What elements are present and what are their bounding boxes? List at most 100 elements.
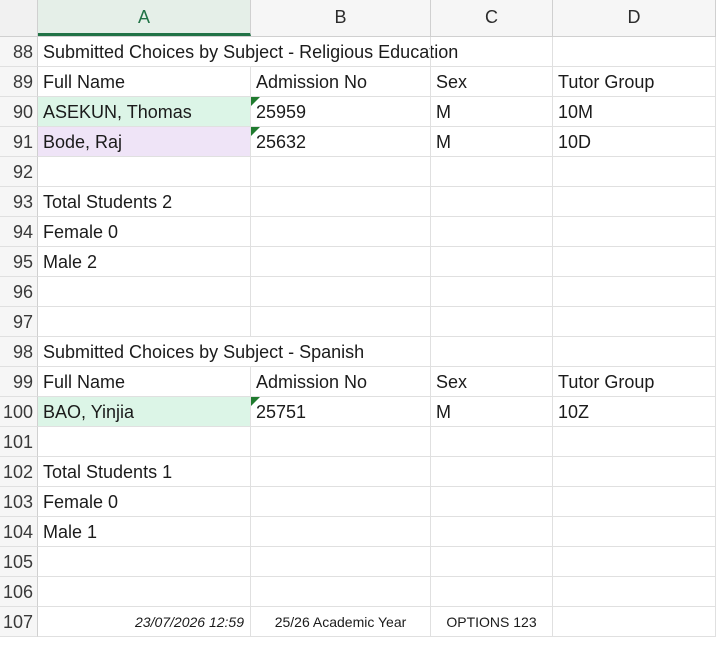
cell-b-98[interactable] bbox=[251, 337, 431, 367]
cell-a-96[interactable] bbox=[38, 277, 251, 307]
row-header[interactable]: 94 bbox=[0, 217, 38, 247]
cell-d-89[interactable]: Tutor Group bbox=[553, 67, 716, 97]
cell-b-96[interactable] bbox=[251, 277, 431, 307]
cell-a-99[interactable]: Full Name bbox=[38, 367, 251, 397]
cell-b-97[interactable] bbox=[251, 307, 431, 337]
column-header-c[interactable]: C bbox=[431, 0, 553, 36]
cell-a-104[interactable]: Male 1 bbox=[38, 517, 251, 547]
cell-d-90[interactable]: 10M bbox=[553, 97, 716, 127]
cell-c-100[interactable]: M bbox=[431, 397, 553, 427]
cell-a-94[interactable]: Female 0 bbox=[38, 217, 251, 247]
footer-date[interactable]: 23/07/2026 12:59 bbox=[38, 607, 251, 637]
cell-b-106[interactable] bbox=[251, 577, 431, 607]
cell-b-92[interactable] bbox=[251, 157, 431, 187]
row-header[interactable]: 88 bbox=[0, 37, 38, 67]
cell-c-91[interactable]: M bbox=[431, 127, 553, 157]
cell-c-99[interactable]: Sex bbox=[431, 367, 553, 397]
footer-empty-cell[interactable] bbox=[553, 607, 716, 637]
footer-options[interactable]: OPTIONS 123 bbox=[431, 607, 553, 637]
cell-c-92[interactable] bbox=[431, 157, 553, 187]
cell-b-91[interactable]: 25632 bbox=[251, 127, 431, 157]
cell-c-90[interactable]: M bbox=[431, 97, 553, 127]
row-header[interactable]: 101 bbox=[0, 427, 38, 457]
cell-d-97[interactable] bbox=[553, 307, 716, 337]
row-header[interactable]: 93 bbox=[0, 187, 38, 217]
cell-a-106[interactable] bbox=[38, 577, 251, 607]
cell-c-106[interactable] bbox=[431, 577, 553, 607]
cell-a-88[interactable]: Submitted Choices by Subject - Religious… bbox=[38, 37, 458, 67]
cell-a-90[interactable]: ASEKUN, Thomas bbox=[38, 97, 251, 127]
row-header[interactable]: 99 bbox=[0, 367, 38, 397]
cell-b-90[interactable]: 25959 bbox=[251, 97, 431, 127]
cell-d-94[interactable] bbox=[553, 217, 716, 247]
row-header[interactable]: 97 bbox=[0, 307, 38, 337]
cell-c-89[interactable]: Sex bbox=[431, 67, 553, 97]
cell-a-102[interactable]: Total Students 1 bbox=[38, 457, 251, 487]
row-header[interactable]: 90 bbox=[0, 97, 38, 127]
cell-d-102[interactable] bbox=[553, 457, 716, 487]
column-header-a[interactable]: A bbox=[38, 0, 251, 36]
row-header[interactable]: 104 bbox=[0, 517, 38, 547]
cell-c-102[interactable] bbox=[431, 457, 553, 487]
cell-a-93[interactable]: Total Students 2 bbox=[38, 187, 251, 217]
cell-c-94[interactable] bbox=[431, 217, 553, 247]
cell-d-105[interactable] bbox=[553, 547, 716, 577]
cell-d-95[interactable] bbox=[553, 247, 716, 277]
row-header[interactable]: 103 bbox=[0, 487, 38, 517]
footer-year[interactable]: 25/26 Academic Year bbox=[251, 607, 431, 637]
cell-a-92[interactable] bbox=[38, 157, 251, 187]
cell-b-104[interactable] bbox=[251, 517, 431, 547]
cell-d-103[interactable] bbox=[553, 487, 716, 517]
cell-c-103[interactable] bbox=[431, 487, 553, 517]
cell-d-100[interactable]: 10Z bbox=[553, 397, 716, 427]
row-header[interactable]: 91 bbox=[0, 127, 38, 157]
row-header[interactable]: 102 bbox=[0, 457, 38, 487]
cell-a-91[interactable]: Bode, Raj bbox=[38, 127, 251, 157]
cell-a-95[interactable]: Male 2 bbox=[38, 247, 251, 277]
cell-a-89[interactable]: Full Name bbox=[38, 67, 251, 97]
row-header[interactable]: 105 bbox=[0, 547, 38, 577]
cell-b-103[interactable] bbox=[251, 487, 431, 517]
cell-d-91[interactable]: 10D bbox=[553, 127, 716, 157]
cell-b-93[interactable] bbox=[251, 187, 431, 217]
cell-c-96[interactable] bbox=[431, 277, 553, 307]
cell-c-95[interactable] bbox=[431, 247, 553, 277]
cell-c-104[interactable] bbox=[431, 517, 553, 547]
cell-d-106[interactable] bbox=[553, 577, 716, 607]
cell-d-88[interactable] bbox=[553, 37, 716, 67]
cell-b-102[interactable] bbox=[251, 457, 431, 487]
column-header-d[interactable]: D bbox=[553, 0, 716, 36]
cell-d-92[interactable] bbox=[553, 157, 716, 187]
cell-d-101[interactable] bbox=[553, 427, 716, 457]
row-header[interactable]: 106 bbox=[0, 577, 38, 607]
cell-a-98[interactable]: Submitted Choices by Subject - Spanish bbox=[38, 337, 364, 367]
cell-b-101[interactable] bbox=[251, 427, 431, 457]
cell-d-104[interactable] bbox=[553, 517, 716, 547]
select-all-corner[interactable] bbox=[0, 0, 38, 36]
cell-d-93[interactable] bbox=[553, 187, 716, 217]
cell-c-101[interactable] bbox=[431, 427, 553, 457]
row-header[interactable]: 92 bbox=[0, 157, 38, 187]
cell-b-105[interactable] bbox=[251, 547, 431, 577]
cell-d-98[interactable] bbox=[553, 337, 716, 367]
cell-b-100[interactable]: 25751 bbox=[251, 397, 431, 427]
cell-c-88[interactable] bbox=[431, 37, 553, 67]
row-header[interactable]: 100 bbox=[0, 397, 38, 427]
cell-a-105[interactable] bbox=[38, 547, 251, 577]
cell-a-101[interactable] bbox=[38, 427, 251, 457]
cell-c-98[interactable] bbox=[431, 337, 553, 367]
row-header[interactable]: 96 bbox=[0, 277, 38, 307]
cell-b-89[interactable]: Admission No bbox=[251, 67, 431, 97]
row-header[interactable]: 98 bbox=[0, 337, 38, 367]
cell-c-97[interactable] bbox=[431, 307, 553, 337]
cell-a-103[interactable]: Female 0 bbox=[38, 487, 251, 517]
column-header-b[interactable]: B bbox=[251, 0, 431, 36]
cell-d-96[interactable] bbox=[553, 277, 716, 307]
cell-c-105[interactable] bbox=[431, 547, 553, 577]
cell-d-99[interactable]: Tutor Group bbox=[553, 367, 716, 397]
row-header[interactable]: 95 bbox=[0, 247, 38, 277]
cell-b-95[interactable] bbox=[251, 247, 431, 277]
cell-b-99[interactable]: Admission No bbox=[251, 367, 431, 397]
row-header[interactable]: 89 bbox=[0, 67, 38, 97]
cell-a-97[interactable] bbox=[38, 307, 251, 337]
